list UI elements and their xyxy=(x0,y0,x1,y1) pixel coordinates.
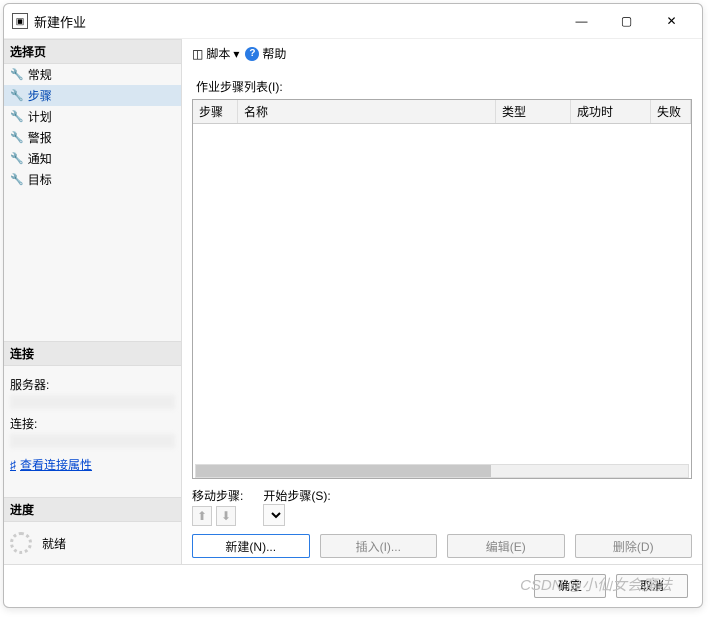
content-area: 选择页 🔧 常规 🔧 步骤 🔧 计划 🔧 警报 🔧 通知 🔧 目标 连接 服务器: 连接: … xyxy=(4,39,702,564)
chevron-down-icon: ▾ xyxy=(233,47,239,61)
status-text: 就绪 xyxy=(42,535,66,552)
server-label: 服务器: xyxy=(10,376,175,393)
script-label: 脚本 xyxy=(206,45,230,62)
dialog-window: ▣ 新建作业 — ▢ ✕ 选择页 🔧 常规 🔧 步骤 🔧 计划 🔧 警报 🔧 通知 🔧 目标… xyxy=(3,3,703,608)
ok-label: 确定 xyxy=(558,577,582,594)
conn-label: 连接: xyxy=(10,415,175,432)
nav-target[interactable]: 🔧 目标 xyxy=(4,169,181,190)
maximize-button[interactable]: ▢ xyxy=(604,6,649,36)
spinner-icon xyxy=(10,532,32,554)
script-icon: ◫ xyxy=(192,47,203,61)
nav-schedule[interactable]: 🔧 计划 xyxy=(4,106,181,127)
titlebar: ▣ 新建作业 — ▢ ✕ xyxy=(4,4,702,39)
nav-steps[interactable]: 🔧 步骤 xyxy=(4,85,181,106)
help-button[interactable]: ? 帮助 xyxy=(245,45,286,62)
step-list-grid[interactable]: 步骤 名称 类型 成功时 失败 xyxy=(192,99,692,479)
move-down-button[interactable]: ⬇ xyxy=(216,506,236,526)
start-block: 开始步骤(S): xyxy=(263,487,692,526)
progress-head: 进度 xyxy=(4,497,181,522)
wrench-icon: 🔧 xyxy=(10,89,24,102)
horizontal-scrollbar[interactable] xyxy=(195,464,689,478)
script-dropdown[interactable]: ◫ 脚本 ▾ xyxy=(192,45,239,62)
toolbar: ◫ 脚本 ▾ ? 帮助 xyxy=(192,45,692,68)
col-success[interactable]: 成功时 xyxy=(571,100,651,123)
cancel-button[interactable]: 取消 xyxy=(616,574,688,598)
progress-row: 就绪 xyxy=(4,522,181,564)
wrench-icon: 🔧 xyxy=(10,110,24,123)
new-button-label: 新建(N)... xyxy=(225,538,276,555)
grid-header: 步骤 名称 类型 成功时 失败 xyxy=(193,100,691,124)
col-name[interactable]: 名称 xyxy=(238,100,496,123)
connection-head: 连接 xyxy=(4,341,181,366)
nav-label: 常规 xyxy=(28,66,52,83)
sidebar: 选择页 🔧 常规 🔧 步骤 🔧 计划 🔧 警报 🔧 通知 🔧 目标 连接 服务器: 连接: … xyxy=(4,39,182,564)
edit-button-label: 编辑(E) xyxy=(486,538,526,555)
col-fail[interactable]: 失败 xyxy=(651,100,691,123)
close-button[interactable]: ✕ xyxy=(649,6,694,36)
link-icon: ♯ xyxy=(10,458,16,472)
insert-button[interactable]: 插入(I)... xyxy=(320,534,438,558)
select-page-head: 选择页 xyxy=(4,39,181,64)
nav-label: 警报 xyxy=(28,129,52,146)
nav-label: 目标 xyxy=(28,171,52,188)
help-label: 帮助 xyxy=(262,45,286,62)
step-list-label: 作业步骤列表(I): xyxy=(196,78,692,95)
scroll-thumb[interactable] xyxy=(196,465,491,477)
dialog-footer: 确定 取消 xyxy=(4,564,702,606)
app-icon: ▣ xyxy=(12,13,28,29)
move-label: 移动步骤: xyxy=(192,487,243,504)
conn-value xyxy=(10,434,175,448)
wrench-icon: 🔧 xyxy=(10,131,24,144)
nav-label: 计划 xyxy=(28,108,52,125)
wrench-icon: 🔧 xyxy=(10,68,24,81)
cancel-label: 取消 xyxy=(640,577,664,594)
col-type[interactable]: 类型 xyxy=(496,100,571,123)
nav-general[interactable]: 🔧 常规 xyxy=(4,64,181,85)
wrench-icon: 🔧 xyxy=(10,173,24,186)
move-row: 移动步骤: ⬆ ⬇ 开始步骤(S): xyxy=(192,487,692,526)
start-step-select[interactable] xyxy=(263,504,285,526)
move-block: 移动步骤: ⬆ ⬇ xyxy=(192,487,243,526)
new-button[interactable]: 新建(N)... xyxy=(192,534,310,558)
connection-block: 服务器: 连接: ♯ 查看连接属性 xyxy=(4,366,181,477)
ok-button[interactable]: 确定 xyxy=(534,574,606,598)
wrench-icon: 🔧 xyxy=(10,152,24,165)
server-value xyxy=(10,395,175,409)
delete-button[interactable]: 删除(D) xyxy=(575,534,693,558)
start-label: 开始步骤(S): xyxy=(263,487,692,504)
main-panel: ◫ 脚本 ▾ ? 帮助 作业步骤列表(I): 步骤 名称 类型 成功时 失败 xyxy=(182,39,702,564)
edit-button[interactable]: 编辑(E) xyxy=(447,534,565,558)
window-title: 新建作业 xyxy=(34,12,86,31)
move-up-button[interactable]: ⬆ xyxy=(192,506,212,526)
minimize-button[interactable]: — xyxy=(559,6,604,36)
nav-label: 步骤 xyxy=(28,87,52,104)
link-text: 查看连接属性 xyxy=(20,456,92,473)
nav-alerts[interactable]: 🔧 警报 xyxy=(4,127,181,148)
delete-button-label: 删除(D) xyxy=(613,538,654,555)
col-step[interactable]: 步骤 xyxy=(193,100,238,123)
help-icon: ? xyxy=(245,47,259,61)
insert-button-label: 插入(I)... xyxy=(356,538,401,555)
nav-label: 通知 xyxy=(28,150,52,167)
view-connection-link[interactable]: ♯ 查看连接属性 xyxy=(10,456,175,473)
nav-notify[interactable]: 🔧 通知 xyxy=(4,148,181,169)
action-buttons: 新建(N)... 插入(I)... 编辑(E) 删除(D) xyxy=(192,534,692,558)
